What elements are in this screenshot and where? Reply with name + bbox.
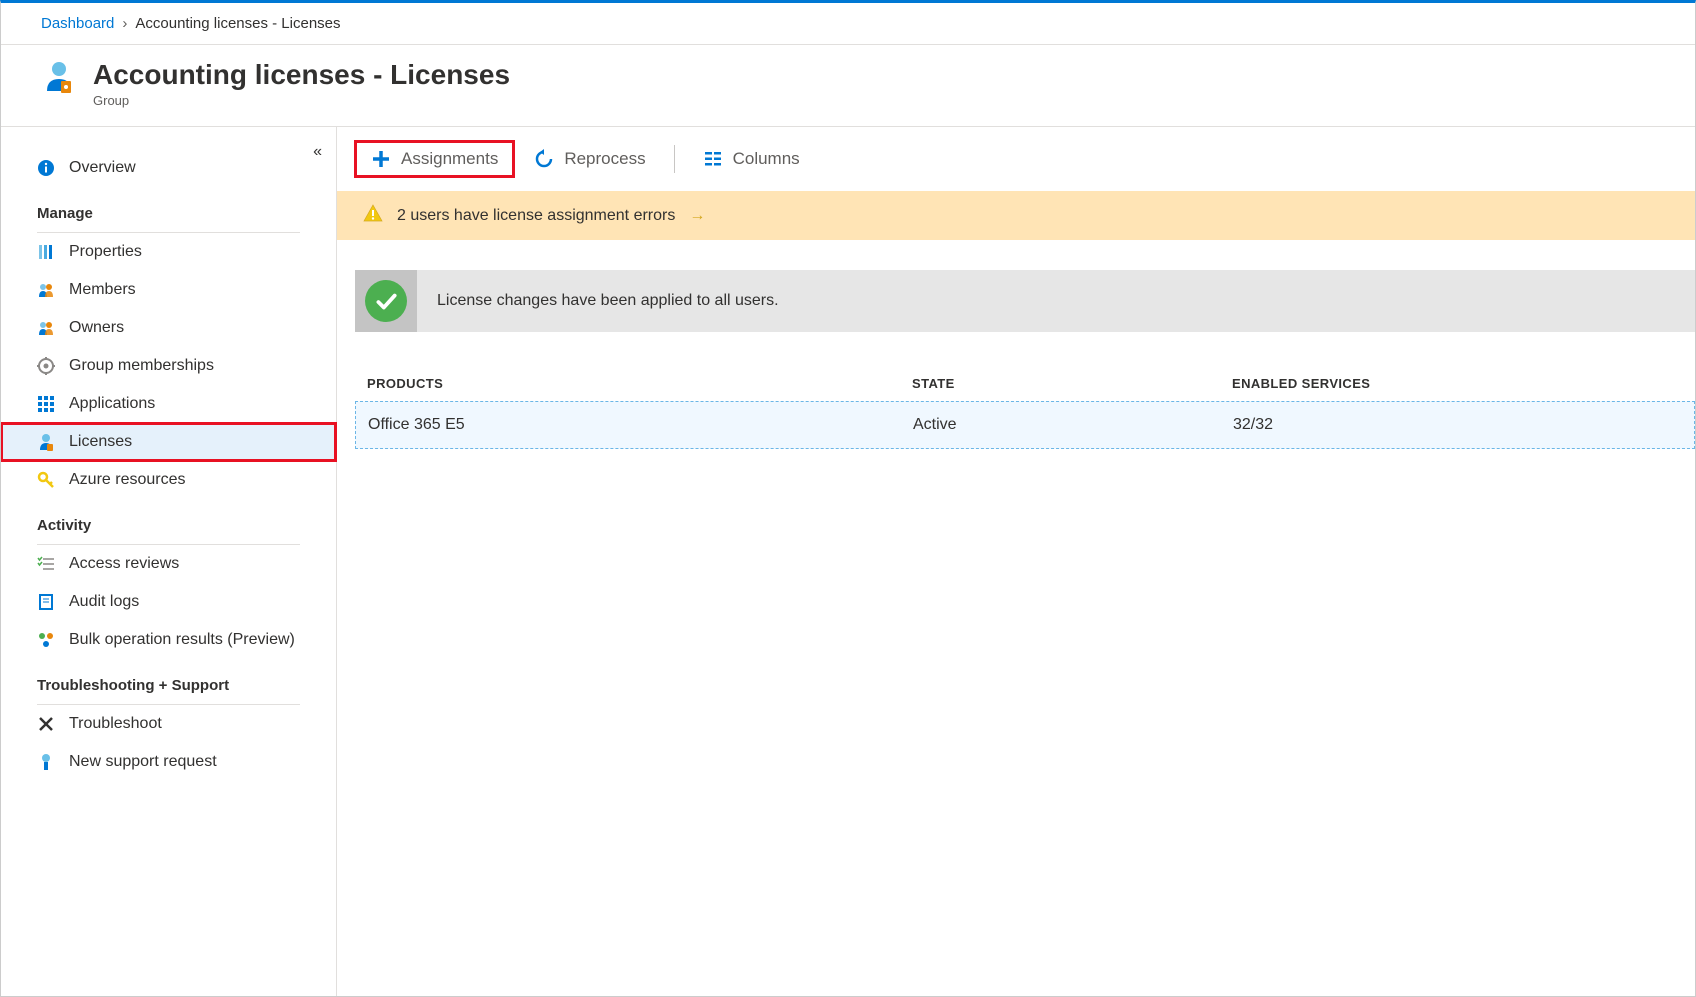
sidebar-item-owners[interactable]: Owners xyxy=(1,309,336,347)
columns-button[interactable]: Columns xyxy=(687,141,816,177)
info-icon xyxy=(37,159,55,177)
license-icon xyxy=(37,433,55,451)
toolbar-divider xyxy=(674,145,675,173)
toolbar: Assignments Reprocess Columns xyxy=(337,127,1695,191)
sidebar-item-members[interactable]: Members xyxy=(1,271,336,309)
breadcrumb-separator: › xyxy=(122,15,127,32)
sidebar-item-troubleshoot[interactable]: Troubleshoot xyxy=(1,705,336,743)
sidebar-section-activity: Activity xyxy=(1,499,336,540)
sidebar-item-label: Owners xyxy=(69,319,124,337)
log-icon xyxy=(37,593,55,611)
tools-icon xyxy=(37,715,55,733)
cell-product: Office 365 E5 xyxy=(368,416,913,434)
checkmark-icon xyxy=(365,280,407,322)
sidebar-item-label: Licenses xyxy=(69,433,132,451)
page-subtitle: Group xyxy=(93,93,510,108)
sidebar-item-bulk-ops[interactable]: Bulk operation results (Preview) xyxy=(1,621,336,659)
sidebar-item-label: Members xyxy=(69,281,136,299)
sidebar-item-licenses[interactable]: Licenses xyxy=(1,423,336,461)
sidebar-item-audit-logs[interactable]: Audit logs xyxy=(1,583,336,621)
reprocess-button[interactable]: Reprocess xyxy=(518,141,661,177)
owners-icon xyxy=(37,319,55,337)
group-license-icon xyxy=(41,59,77,95)
column-header-services[interactable]: ENABLED SERVICES xyxy=(1232,376,1683,391)
arrow-right-icon: → xyxy=(689,207,705,225)
cell-services: 32/32 xyxy=(1233,416,1682,434)
app-frame: Dashboard › Accounting licenses - Licens… xyxy=(0,0,1696,997)
toolbar-button-label: Assignments xyxy=(401,149,498,169)
column-header-products[interactable]: PRODUCTS xyxy=(367,376,912,391)
sidebar-item-label: Troubleshoot xyxy=(69,715,162,733)
sidebar-item-label: Properties xyxy=(69,243,142,261)
table-row[interactable]: Office 365 E5 Active 32/32 xyxy=(355,401,1695,449)
sidebar: « Overview Manage Properties Members xyxy=(1,127,337,996)
licenses-table: PRODUCTS STATE ENABLED SERVICES Office 3… xyxy=(355,366,1695,449)
sidebar-item-label: New support request xyxy=(69,753,217,771)
main-content: Assignments Reprocess Columns xyxy=(337,127,1695,996)
sidebar-item-overview[interactable]: Overview xyxy=(1,149,336,187)
sidebar-section-support: Troubleshooting + Support xyxy=(1,659,336,700)
sidebar-item-new-support[interactable]: New support request xyxy=(1,743,336,781)
column-header-state[interactable]: STATE xyxy=(912,376,1232,391)
warning-banner[interactable]: 2 users have license assignment errors → xyxy=(337,191,1695,240)
assignments-button[interactable]: Assignments xyxy=(355,141,514,177)
sidebar-item-label: Overview xyxy=(69,159,136,177)
key-icon xyxy=(37,471,55,489)
sidebar-item-label: Applications xyxy=(69,395,155,413)
columns-icon xyxy=(703,149,723,169)
sidebar-item-label: Audit logs xyxy=(69,593,139,611)
sidebar-item-access-reviews[interactable]: Access reviews xyxy=(1,545,336,583)
page-header: Accounting licenses - Licenses Group xyxy=(1,45,1695,127)
breadcrumb-dashboard-link[interactable]: Dashboard xyxy=(41,15,114,32)
success-text: License changes have been applied to all… xyxy=(437,292,779,310)
bulk-icon xyxy=(37,631,55,649)
plus-icon xyxy=(371,149,391,169)
sidebar-item-group-memberships[interactable]: Group memberships xyxy=(1,347,336,385)
support-icon xyxy=(37,753,55,771)
warning-icon xyxy=(363,203,383,228)
breadcrumb-current: Accounting licenses - Licenses xyxy=(135,15,340,32)
sidebar-item-azure-resources[interactable]: Azure resources xyxy=(1,461,336,499)
breadcrumb: Dashboard › Accounting licenses - Licens… xyxy=(1,3,1695,45)
sidebar-item-applications[interactable]: Applications xyxy=(1,385,336,423)
refresh-icon xyxy=(534,149,554,169)
sidebar-item-properties[interactable]: Properties xyxy=(1,233,336,271)
success-banner: License changes have been applied to all… xyxy=(355,270,1695,332)
grid-icon xyxy=(37,395,55,413)
sidebar-item-label: Group memberships xyxy=(69,357,214,375)
checklist-icon xyxy=(37,555,55,573)
gear-icon xyxy=(37,357,55,375)
success-badge-container xyxy=(355,270,417,332)
toolbar-button-label: Columns xyxy=(733,149,800,169)
toolbar-button-label: Reprocess xyxy=(564,149,645,169)
sidebar-section-manage: Manage xyxy=(1,187,336,228)
table-header-row: PRODUCTS STATE ENABLED SERVICES xyxy=(355,366,1695,401)
sidebar-item-label: Bulk operation results (Preview) xyxy=(69,631,295,649)
warning-text: 2 users have license assignment errors xyxy=(397,207,675,225)
sidebar-item-label: Access reviews xyxy=(69,555,179,573)
members-icon xyxy=(37,281,55,299)
properties-icon xyxy=(37,243,55,261)
sidebar-item-label: Azure resources xyxy=(69,471,186,489)
page-title: Accounting licenses - Licenses xyxy=(93,59,510,91)
collapse-sidebar-button[interactable]: « xyxy=(313,143,322,161)
cell-state: Active xyxy=(913,416,1233,434)
